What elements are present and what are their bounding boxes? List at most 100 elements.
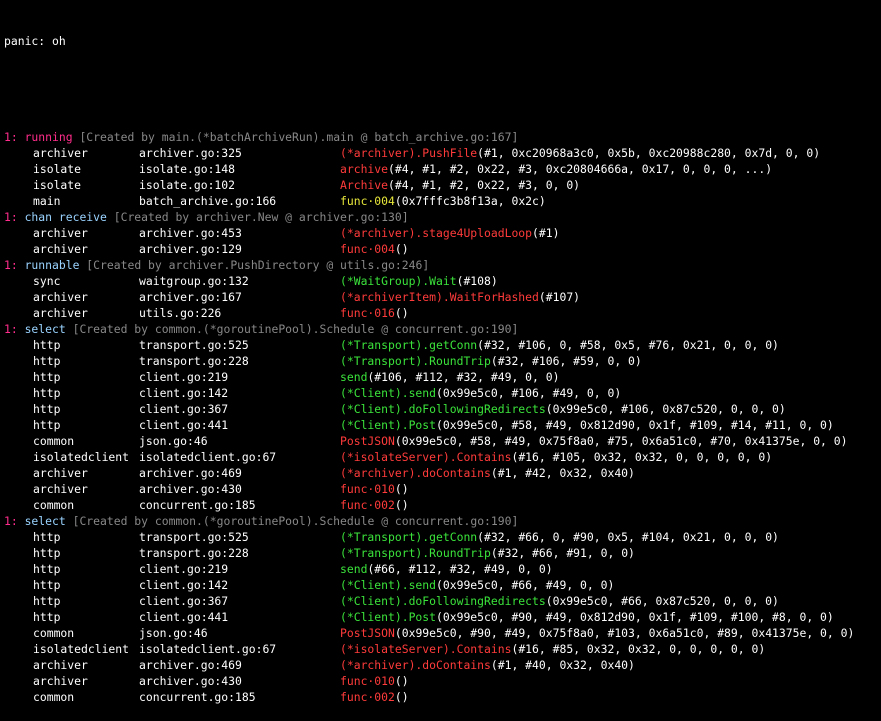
frame-function-name: doContains: [422, 658, 491, 672]
frame-function: (*archiver).PushFile: [340, 146, 477, 160]
stack-frame: archiver archiver.go:325 (*archiver).PushF…: [4, 145, 881, 161]
frame-receiver: (*Client).: [340, 610, 409, 624]
frame-package: common: [33, 434, 75, 448]
frame-function: func·010: [340, 482, 395, 496]
stack-frame: archiver archiver.go:430 func·010(): [4, 481, 881, 497]
frame-package: http: [33, 338, 61, 352]
goroutine-header: 1: select [Created by common.(*goroutine…: [4, 513, 881, 529]
frame-function: (*Client).send: [340, 578, 436, 592]
frame-function: func·016: [340, 306, 395, 320]
frame-source-location: json.go:46: [139, 434, 208, 448]
frame-arguments: (#108): [456, 274, 498, 288]
frame-function: (*WaitGroup).Wait: [340, 274, 457, 288]
frame-receiver: (*Transport).: [340, 530, 430, 544]
frame-function-name: Wait: [429, 274, 457, 288]
frame-arguments: (0x99e5c0, #66, 0x87c520, 0, 0, 0): [545, 594, 779, 608]
frame-receiver: (*isolateServer).: [340, 642, 457, 656]
frame-function: (*Client).Post: [340, 418, 436, 432]
frame-package: http: [33, 418, 61, 432]
frame-source-location: isolatedclient.go:67: [139, 642, 277, 656]
frame-package: common: [33, 626, 75, 640]
frame-arguments: (): [394, 482, 409, 496]
stack-frame: http client.go:219 send(#106, #112, #32, #…: [4, 369, 881, 385]
frame-arguments: (0x99e5c0, #58, #49, 0x812d90, 0x1f, #10…: [436, 418, 834, 432]
frame-function-name: doContains: [422, 466, 491, 480]
frame-package: http: [33, 402, 61, 416]
frame-source-location: archiver.go:325: [139, 146, 242, 160]
frame-package: sync: [33, 274, 61, 288]
stack-frame: http client.go:142 (*Client).send(0x99e5c0…: [4, 385, 881, 401]
frame-package: archiver: [33, 242, 88, 256]
stack-frame: common concurrent.go:185 func·002(): [4, 497, 881, 513]
frame-package: http: [33, 370, 61, 384]
stack-frame: http transport.go:525 (*Transport).getConn…: [4, 337, 881, 353]
stack-frame: archiver archiver.go:430 func·010(): [4, 673, 881, 689]
frame-function: (*Transport).getConn: [340, 530, 477, 544]
frame-package: archiver: [33, 674, 88, 688]
frame-package: common: [33, 690, 75, 704]
frame-function: (*archiver).doContains: [340, 658, 491, 672]
frame-source-location: client.go:441: [139, 418, 229, 432]
stack-frame: common json.go:46 PostJSON(0x99e5c0, #90, …: [4, 625, 881, 641]
frame-receiver: (*isolateServer).: [340, 450, 457, 464]
stack-frame: http transport.go:228 (*Transport).RoundTr…: [4, 545, 881, 561]
frame-package: http: [33, 562, 61, 576]
goroutine-state: select: [24, 514, 66, 528]
goroutine-state: running: [24, 130, 73, 144]
frame-arguments: (#32, #66, #91, 0, 0): [490, 546, 635, 560]
frame-function: send: [340, 370, 367, 384]
stack-frame: isolatedclient isolatedclient.go:67 (*isol…: [4, 641, 881, 657]
frame-arguments: (#16, #105, 0x32, 0x32, 0, 0, 0, 0, 0): [511, 450, 773, 464]
frame-function-name: archive: [340, 162, 389, 176]
frame-arguments: (0x99e5c0, #106, 0x87c520, 0, 0, 0): [545, 402, 786, 416]
stack-frame: http transport.go:228 (*Transport).RoundTr…: [4, 353, 881, 369]
frame-source-location: transport.go:525: [139, 338, 249, 352]
goroutine-created-by: [Created by common.(*goroutinePool).Sche…: [65, 514, 519, 528]
frame-package: isolatedclient: [33, 450, 130, 464]
frame-function: (*Transport).getConn: [340, 338, 477, 352]
frame-function-name: send: [340, 370, 368, 384]
frame-function-name: doFollowingRedirects: [408, 402, 546, 416]
frame-arguments: (): [394, 498, 409, 512]
frame-source-location: archiver.go:129: [139, 242, 242, 256]
frame-arguments: (#107): [538, 290, 581, 304]
frame-function-name: Post: [408, 418, 437, 432]
frame-function-name: func·002: [340, 690, 395, 704]
frame-arguments: (): [394, 690, 409, 704]
frame-package: http: [33, 610, 61, 624]
frame-source-location: archiver.go:469: [139, 466, 242, 480]
frame-function: (*archiverItem).WaitForHashed: [340, 290, 539, 304]
terminal-output: panic: oh 1: running [Created by main.(*…: [0, 0, 881, 704]
frame-function-name: getConn: [429, 530, 478, 544]
frame-source-location: archiver.go:453: [139, 226, 242, 240]
frame-receiver: (*Client).: [340, 386, 409, 400]
stack-frame: common concurrent.go:185 func·002(): [4, 689, 881, 705]
frame-source-location: client.go:219: [139, 370, 229, 384]
frame-function-name: Archive: [340, 178, 389, 192]
frame-package: main: [33, 194, 61, 208]
frame-function-name: send: [408, 578, 437, 592]
frame-source-location: isolate.go:102: [139, 178, 236, 192]
stack-frame: http transport.go:525 (*Transport).getConn…: [4, 529, 881, 545]
frame-package: http: [33, 530, 61, 544]
frame-arguments: (0x99e5c0, #106, #49, 0, 0): [436, 386, 622, 400]
frame-function-name: send: [408, 386, 437, 400]
frame-arguments: (#4, #1, #2, 0x22, #3, 0, 0): [388, 178, 581, 192]
frame-function-name: PostJSON: [340, 626, 395, 640]
frame-function-name: func·004: [340, 194, 395, 208]
frame-arguments: (#1, #42, 0x32, 0x40): [490, 466, 635, 480]
goroutine-state: chan receive: [24, 210, 107, 224]
goroutine-count: 1:: [4, 514, 25, 528]
frame-source-location: client.go:219: [139, 562, 229, 576]
frame-function-name: stage4UploadLoop: [422, 226, 533, 240]
frame-source-location: concurrent.go:185: [139, 690, 256, 704]
frame-function-name: send: [340, 562, 368, 576]
frame-function-name: func·016: [340, 306, 395, 320]
frame-function-name: Post: [408, 610, 437, 624]
frame-arguments: (#66, #112, #32, #49, 0, 0): [367, 562, 553, 576]
stack-frame: archiver archiver.go:469 (*archiver).doCon…: [4, 657, 881, 673]
stack-frame: archiver archiver.go:167 (*archiverItem).W…: [4, 289, 881, 305]
stack-frame: archiver archiver.go:453 (*archiver).stage…: [4, 225, 881, 241]
goroutine-groups: 1: running [Created by main.(*batchArchi…: [4, 129, 881, 705]
frame-function: archive: [340, 162, 388, 176]
